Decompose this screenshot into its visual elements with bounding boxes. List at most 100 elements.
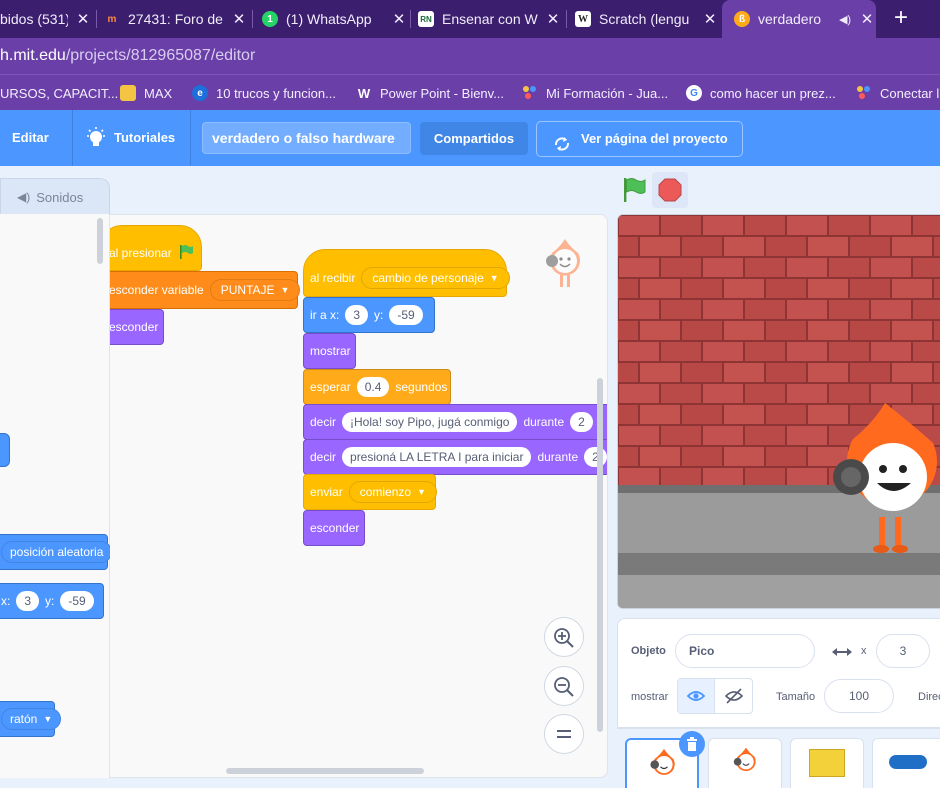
code-horizontal-scrollbar[interactable] — [226, 768, 424, 774]
goto-x-input[interactable]: 3 — [345, 305, 369, 325]
close-icon[interactable]: ✕ — [701, 10, 719, 28]
hide-block[interactable]: esconder — [303, 510, 365, 546]
browser-tab[interactable]: 1 (1) WhatsApp ✕ — [262, 0, 408, 38]
when-i-receive-block[interactable]: al recibir cambio de personaje ▼ — [303, 249, 510, 297]
green-flag-icon[interactable] — [622, 176, 646, 204]
browser-tab[interactable]: RN Ensenar con W ✕ — [418, 0, 562, 38]
wait-block[interactable]: esperar 0.4 segundos — [303, 369, 451, 405]
stage[interactable] — [617, 214, 940, 609]
address-bar[interactable]: h.mit.edu/projects/812965087/editor — [0, 38, 940, 74]
folder-icon — [120, 85, 136, 101]
code-vertical-scrollbar[interactable] — [597, 378, 603, 732]
browser-tab[interactable]: bidos (531) ✕ — [0, 0, 92, 38]
goto-label: ir a x: — [310, 308, 340, 322]
bookmark-item[interactable]: Gcomo hacer un prez... — [686, 83, 836, 103]
say-for-secs-block[interactable]: decir presioná LA LETRA I para iniciar d… — [303, 439, 607, 475]
random-position-dropdown[interactable]: posición aleatoria — [1, 541, 113, 563]
y-input[interactable]: -59 — [60, 591, 94, 611]
bookmark-item[interactable]: Mi Formación - Jua... — [522, 83, 668, 103]
mouse-label: ratón — [10, 712, 38, 726]
y-label: y: — [45, 594, 55, 608]
when-flag-clicked-block[interactable]: al presionar — [110, 225, 202, 271]
close-icon[interactable]: ✕ — [858, 10, 876, 28]
tab-sounds[interactable]: ◀) Sonidos — [0, 178, 110, 215]
stop-button[interactable] — [652, 172, 688, 208]
sprite-x-input[interactable]: 3 — [876, 634, 930, 668]
sprite-name-input[interactable]: Pico — [675, 634, 815, 668]
tab-separator — [566, 10, 567, 28]
hide-variable-block[interactable]: esconder variable PUNTAJE ▼ — [110, 271, 301, 309]
code-area[interactable]: al presionar esconder variable PUNTAJE ▼ … — [110, 214, 608, 778]
bookmark-item[interactable]: URSOS, CAPACIT... — [0, 83, 118, 103]
palette-goto-random-block[interactable]: posición aleatoria — [0, 534, 113, 570]
sprite-thumbnail[interactable] — [872, 738, 940, 788]
show-sprite-button[interactable] — [678, 679, 715, 713]
tab-title: Scratch (lengu — [599, 11, 690, 27]
close-icon[interactable]: ✕ — [390, 10, 408, 28]
hide-block[interactable]: esconder — [110, 309, 164, 345]
project-title-input[interactable]: verdadero o falso hardware — [202, 122, 411, 154]
stage-backdrop — [618, 215, 940, 608]
edit-menu[interactable]: Editar — [12, 130, 49, 145]
during-input[interactable]: 2 — [584, 447, 607, 467]
hide-sprite-button[interactable] — [716, 679, 753, 713]
browser-tab-active[interactable]: ß verdadero ◀) ✕ — [722, 0, 876, 38]
say-text-input[interactable]: ¡Hola! soy Pipo, jugá conmigo — [342, 412, 518, 432]
broadcast-block[interactable]: enviar comienzo ▼ — [303, 474, 437, 510]
goto-y-input[interactable]: -59 — [389, 305, 423, 325]
variable-dropdown[interactable]: PUNTAJE ▼ — [209, 279, 301, 301]
zoom-reset-button[interactable] — [544, 714, 584, 754]
palette-goto-xy-block[interactable]: x: 3 y: -59 — [0, 583, 104, 619]
url-text[interactable]: h.mit.edu/projects/812965087/editor — [0, 47, 255, 65]
bookmark-item[interactable]: W Power Point - Bienv... — [356, 83, 504, 103]
close-icon[interactable]: ✕ — [544, 10, 562, 28]
seconds-label: segundos — [395, 380, 448, 394]
x-label: x: — [1, 594, 11, 608]
x-input[interactable]: 3 — [16, 591, 40, 611]
eye-off-icon — [725, 688, 743, 704]
sprite-thumbnail[interactable] — [790, 738, 864, 788]
zoom-in-button[interactable] — [544, 617, 584, 657]
direction-label: Direc — [918, 691, 940, 703]
browser-tab[interactable]: m 27431: Foro de ✕ — [104, 0, 248, 38]
bookmark-item[interactable]: e 10 trucos y funcion... — [192, 83, 336, 103]
browser-tab[interactable]: W Scratch (lengu ✕ — [575, 0, 719, 38]
new-tab-button[interactable]: + — [886, 4, 916, 34]
close-icon[interactable]: ✕ — [74, 10, 92, 28]
see-project-page-button[interactable]: Ver página del proyecto — [536, 121, 743, 157]
delete-sprite-button[interactable] — [679, 731, 705, 757]
palette-mouse-block[interactable]: ratón ▼ — [0, 701, 62, 737]
scratch-icon: ß — [734, 11, 750, 27]
zoom-in-icon — [554, 628, 574, 648]
bookmark-item[interactable]: MAX — [120, 83, 172, 103]
speaker-icon: ◀) — [17, 190, 31, 204]
chevron-down-icon: ▼ — [417, 487, 426, 497]
bookmark-item[interactable]: Conectar l — [856, 83, 939, 103]
sprite-thumbnail[interactable] — [708, 738, 782, 788]
broadcast-label: enviar — [310, 485, 343, 499]
tutorials-menu[interactable]: Tutoriales — [114, 130, 175, 145]
when-flag-label: al presionar — [110, 246, 172, 260]
url-host: h.mit.edu — [0, 47, 66, 64]
url-path: /projects/812965087/editor — [65, 47, 256, 64]
goto-xy-block[interactable]: ir a x: 3 y: -59 — [303, 297, 435, 333]
mouse-dropdown[interactable]: ratón ▼ — [1, 708, 62, 730]
show-block[interactable]: mostrar — [303, 333, 356, 369]
say-label: decir — [310, 450, 337, 464]
message-dropdown[interactable]: cambio de personaje ▼ — [361, 267, 510, 289]
during-input[interactable]: 2 — [570, 412, 593, 432]
sprite-size-input[interactable]: 100 — [824, 679, 894, 713]
palette-block[interactable] — [0, 433, 10, 467]
zoom-out-button[interactable] — [544, 666, 584, 706]
broadcast-dropdown[interactable]: comienzo ▼ — [348, 481, 437, 503]
close-icon[interactable]: ✕ — [230, 10, 248, 28]
blocks-palette: posición aleatoria x: 3 y: -59 ratón ▼ — [0, 214, 113, 778]
shared-button[interactable]: Compartidos — [420, 122, 528, 155]
speaker-icon[interactable]: ◀) — [838, 13, 852, 26]
wait-input[interactable]: 0.4 — [356, 377, 390, 397]
palette-scrollbar[interactable] — [97, 218, 103, 264]
say-for-secs-block[interactable]: decir ¡Hola! soy Pipo, jugá conmigo dura… — [303, 404, 607, 440]
say-text-input[interactable]: presioná LA LETRA I para iniciar — [342, 447, 532, 467]
site-icon: RN — [418, 11, 434, 27]
tab-title: bidos (531) — [0, 11, 68, 27]
